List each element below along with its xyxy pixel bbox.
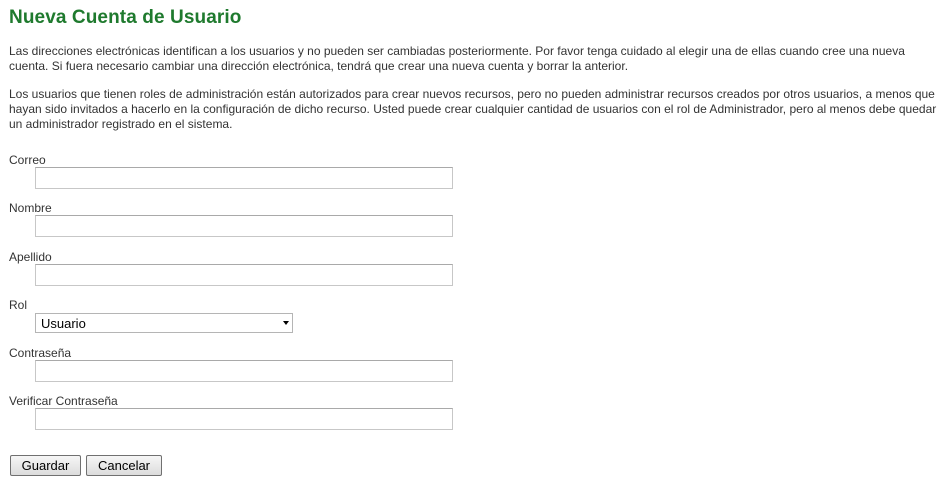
confirm-password-label: Verificar Contraseña [9,394,118,408]
email-field[interactable] [35,167,453,189]
chevron-down-icon [283,321,289,325]
email-info-paragraph: Las direcciones electrónicas identifican… [9,44,905,73]
confirm-password-field[interactable] [35,408,453,430]
role-selected-value: Usuario [41,316,86,331]
last-name-field[interactable] [35,264,453,286]
password-field[interactable] [35,360,453,382]
role-label: Rol [9,298,28,312]
role-select[interactable]: Usuario [35,313,293,333]
save-button[interactable]: Guardar [10,455,81,476]
page-title: Nueva Cuenta de Usuario [9,7,242,28]
first-name-field[interactable] [35,215,453,237]
password-label: Contraseña [9,346,72,360]
first-name-label: Nombre [9,201,52,215]
email-label: Correo [9,153,46,167]
cancel-button[interactable]: Cancelar [86,455,162,476]
admin-info-paragraph: Los usuarios que tienen roles de adminis… [9,87,937,131]
last-name-label: Apellido [9,250,52,264]
